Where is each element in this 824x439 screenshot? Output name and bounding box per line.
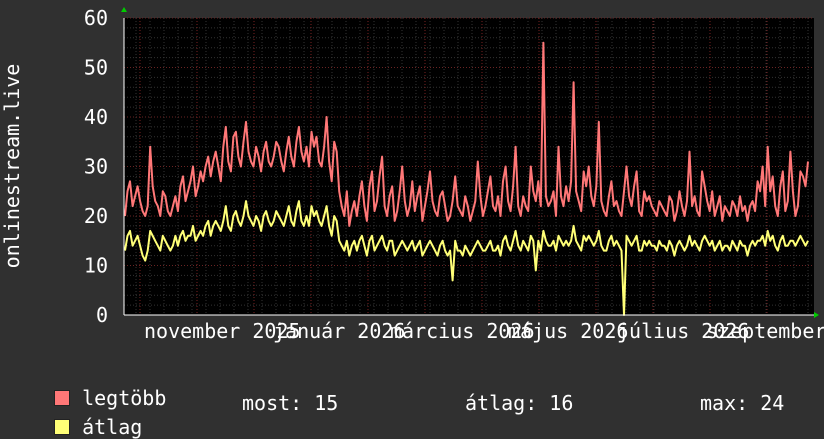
stat-atlag: átlag: 16 xyxy=(465,391,574,415)
y-tick-label: 0 xyxy=(96,303,108,327)
y-tick-label: 20 xyxy=(84,204,108,228)
y-tick-label: 60 xyxy=(84,6,108,30)
y-tick-label: 50 xyxy=(84,56,108,80)
x-tick-label: május 2026 xyxy=(508,319,628,343)
x-axis-ticks: november 2025január 2026március 2026máju… xyxy=(144,319,824,343)
x-tick-label: szeptember xyxy=(706,319,824,343)
legend-label-atlag: átlag xyxy=(82,415,143,439)
x-axis-arrow-icon xyxy=(814,312,819,318)
legend-item-atlag: átlag xyxy=(30,391,142,439)
stat-most: most: 15 xyxy=(242,391,339,415)
y-tick-label: 30 xyxy=(84,155,108,179)
y-axis-ticks: 0 10 20 30 40 50 60 xyxy=(84,6,108,327)
y-tick-label: 40 xyxy=(84,105,108,129)
y-tick-label: 10 xyxy=(84,254,108,278)
y-axis-arrow-icon xyxy=(121,7,127,12)
atlag-swatch-icon xyxy=(54,419,71,435)
stat-max: max: 24 xyxy=(700,391,785,415)
x-tick-label: január 2026 xyxy=(273,319,405,343)
y-axis-label: onlinestream.live xyxy=(0,64,24,269)
